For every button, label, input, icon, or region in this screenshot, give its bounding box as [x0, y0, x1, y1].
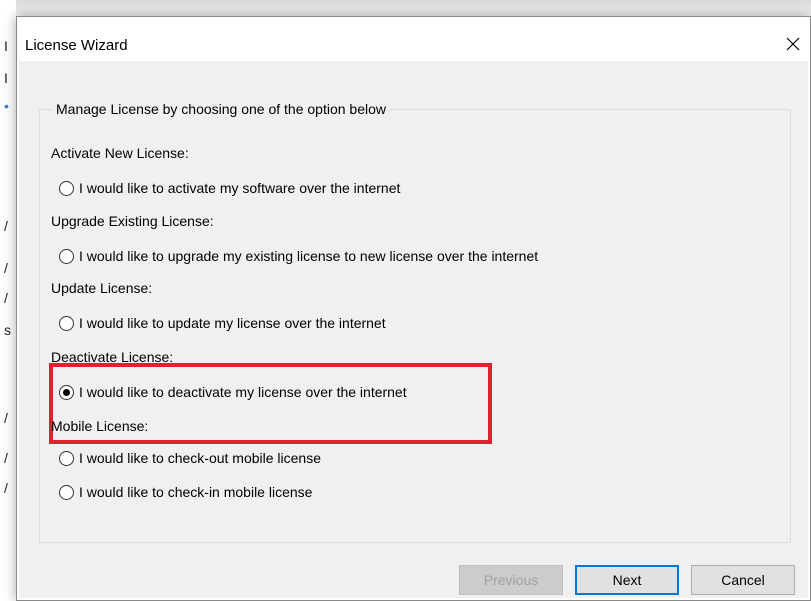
background-text-fragment: /	[4, 218, 8, 234]
radio-button-icon[interactable]	[59, 484, 74, 500]
radio-option-upgrade[interactable]: I would like to upgrade my existing lice…	[59, 248, 538, 264]
section-heading-activate: Activate New License:	[51, 145, 189, 161]
radio-option-checkout[interactable]: I would like to check-out mobile license	[59, 450, 321, 466]
radio-option-checkin[interactable]: I would like to check-in mobile license	[59, 484, 312, 500]
next-button[interactable]: Next	[575, 565, 679, 595]
background-strip: I I • / / / s / / /	[0, 0, 16, 601]
close-icon	[786, 37, 800, 51]
radio-button-icon[interactable]	[59, 450, 74, 466]
group-legend: Manage License by choosing one of the op…	[52, 101, 391, 117]
radio-label: I would like to check-out mobile license	[79, 450, 322, 466]
radio-option-activate[interactable]: I would like to activate my software ove…	[59, 180, 400, 196]
background-text-fragment: /	[4, 290, 8, 306]
cancel-button[interactable]: Cancel	[691, 565, 795, 595]
background-text-fragment: •	[4, 98, 9, 114]
window-title: License Wizard	[25, 37, 128, 54]
radio-button-icon[interactable]	[59, 315, 74, 331]
radio-button-icon[interactable]	[59, 248, 74, 264]
radio-button-icon[interactable]	[59, 180, 74, 196]
radio-option-update[interactable]: I would like to update my license over t…	[59, 315, 386, 331]
background-text-fragment: s	[4, 322, 11, 338]
background-text-fragment: I	[4, 38, 8, 54]
section-heading-mobile: Mobile License:	[51, 418, 149, 434]
section-heading-upgrade: Upgrade Existing License:	[51, 213, 214, 229]
section-heading-update: Update License:	[51, 280, 153, 296]
title-bar[interactable]: License Wizard	[17, 17, 810, 60]
radio-label: I would like to upgrade my existing lice…	[79, 248, 539, 264]
background-text-fragment: /	[4, 480, 8, 496]
background-text-fragment: I	[4, 70, 8, 86]
radio-label: I would like to update my license over t…	[79, 315, 386, 331]
background-text-fragment: /	[4, 450, 8, 466]
dialog-client-area: Manage License by choosing one of the op…	[19, 61, 808, 598]
radio-label: I would like to activate my software ove…	[79, 180, 401, 196]
previous-button[interactable]: Previous	[459, 565, 563, 595]
license-wizard-dialog: License Wizard Manage License by choosin…	[16, 16, 811, 601]
background-shadow	[0, 0, 811, 16]
background-text-fragment: /	[4, 410, 8, 426]
background-text-fragment: /	[4, 260, 8, 276]
close-button[interactable]	[778, 31, 808, 57]
radio-label: I would like to check-in mobile license	[79, 484, 313, 500]
